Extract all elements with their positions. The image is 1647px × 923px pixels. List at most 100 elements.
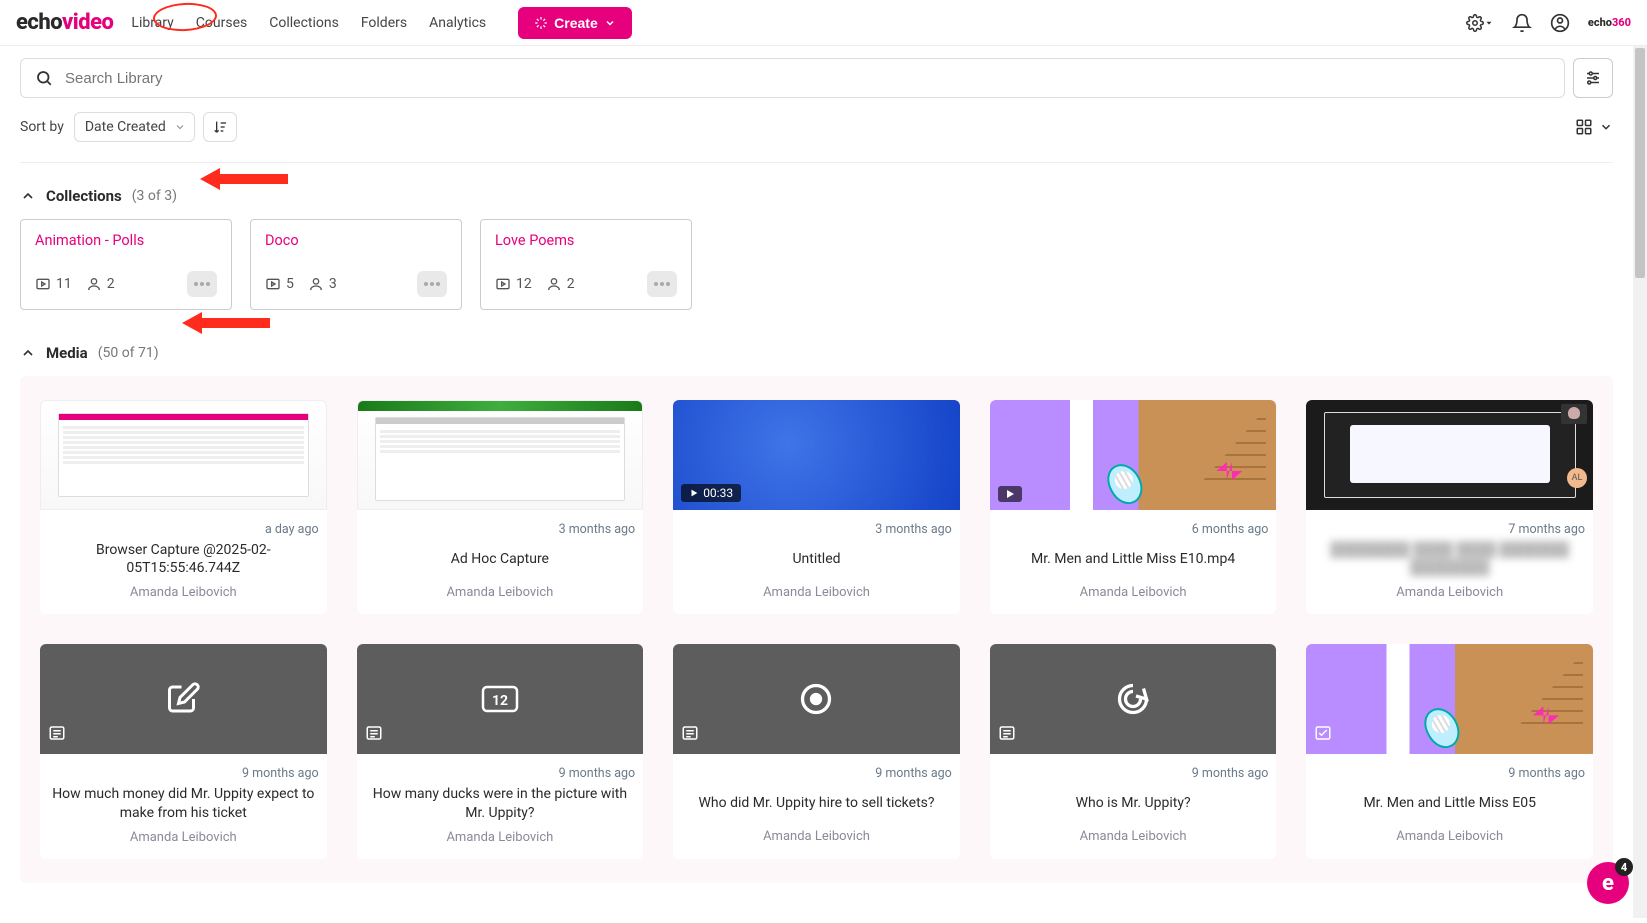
media-card[interactable]: 3 months ago Ad Hoc Capture Amanda Leibo… (357, 400, 644, 614)
media-title: How much money did Mr. Uppity expect to … (44, 785, 323, 821)
collection-menu-button[interactable] (647, 271, 677, 297)
collection-menu-button[interactable] (187, 271, 217, 297)
collections-row: Animation - Polls 11 2 Doco 5 3 Love Poe… (20, 219, 1613, 310)
nav-library[interactable]: Library (131, 15, 173, 31)
media-card[interactable]: 12 9 months ago How many ducks were in t… (357, 644, 644, 858)
swirl-icon (1115, 681, 1151, 717)
media-section: a day ago Browser Capture @2025-02-05T15… (20, 376, 1613, 883)
doc-badge (998, 724, 1016, 746)
bell-icon (1512, 13, 1532, 33)
play-icon (1004, 488, 1016, 500)
chevron-down-icon (604, 17, 616, 29)
media-title: ████████ ████ ████ ███████ ████████ (1310, 541, 1589, 577)
collection-items: 5 (265, 276, 294, 292)
media-author: Amanda Leibovich (1310, 829, 1589, 844)
view-toggle[interactable] (1575, 118, 1613, 136)
sliders-icon (1584, 69, 1602, 87)
nav-courses[interactable]: Courses (196, 15, 247, 31)
collection-items: 11 (35, 276, 72, 292)
media-thumbnail: AL (1306, 400, 1593, 510)
sort-direction-button[interactable] (203, 112, 237, 142)
chevron-down-icon (1599, 120, 1613, 134)
doc-badge (48, 724, 66, 746)
media-card[interactable]: 6 months ago Mr. Men and Little Miss E10… (990, 400, 1277, 614)
collection-card[interactable]: Love Poems 12 2 (480, 219, 692, 310)
collection-title: Animation - Polls (35, 232, 217, 249)
main-nav: Library Courses Collections Folders Anal… (131, 7, 631, 39)
logo-part1: echo (16, 10, 62, 35)
logo[interactable]: echovideo (16, 10, 113, 35)
nav-folders[interactable]: Folders (361, 15, 407, 31)
media-card[interactable]: 9 months ago Who did Mr. Uppity hire to … (673, 644, 960, 858)
media-title: How many ducks were in the picture with … (361, 785, 640, 821)
sort-value: Date Created (85, 119, 166, 135)
svg-text:12: 12 (492, 693, 508, 709)
help-fab[interactable]: e 4 (1587, 862, 1629, 904)
media-icon (495, 276, 511, 292)
fab-badge: 4 (1615, 858, 1633, 876)
list-icon (998, 724, 1016, 742)
media-author: Amanda Leibovich (361, 830, 640, 845)
topbar-right: echo360 (1466, 13, 1631, 33)
collection-card[interactable]: Doco 5 3 (250, 219, 462, 310)
settings-button[interactable] (1466, 14, 1494, 32)
search-bar[interactable] (20, 58, 1565, 98)
media-card[interactable]: 9 months ago Mr. Men and Little Miss E05… (1306, 644, 1593, 858)
gear-icon (1466, 14, 1484, 32)
collections-header[interactable]: Collections (3 of 3) (20, 187, 1613, 205)
media-card[interactable]: a day ago Browser Capture @2025-02-05T15… (40, 400, 327, 614)
media-thumbnail (673, 644, 960, 754)
collection-menu-button[interactable] (417, 271, 447, 297)
media-card[interactable]: 9 months ago How much money did Mr. Uppi… (40, 644, 327, 858)
check-badge (1314, 724, 1332, 746)
media-card[interactable]: 00:33 3 months ago Untitled Amanda Leibo… (673, 400, 960, 614)
scrollbar-thumb[interactable] (1635, 48, 1645, 278)
search-input[interactable] (65, 70, 1550, 87)
media-title: Who is Mr. Uppity? (994, 785, 1273, 821)
number-icon: 12 (480, 684, 520, 714)
media-card[interactable]: 9 months ago Who is Mr. Uppity? Amanda L… (990, 644, 1277, 858)
media-card[interactable]: AL 7 months ago ████████ ████ ████ █████… (1306, 400, 1593, 614)
media-header[interactable]: Media (50 of 71) (20, 344, 1613, 362)
top-bar: echovideo Library Courses Collections Fo… (0, 0, 1647, 46)
chevron-up-icon (20, 188, 36, 204)
media-thumbnail (40, 400, 327, 510)
list-icon (681, 724, 699, 742)
media-thumbnail (40, 644, 327, 754)
nav-collections[interactable]: Collections (269, 15, 339, 31)
media-title: Mr. Men and Little Miss E10.mp4 (994, 541, 1273, 577)
media-date: 9 months ago (677, 766, 956, 781)
notifications-button[interactable] (1512, 13, 1532, 33)
create-label: Create (554, 15, 598, 31)
collection-card[interactable]: Animation - Polls 11 2 (20, 219, 232, 310)
caret-down-icon (1484, 18, 1494, 28)
media-thumbnail (1306, 644, 1593, 754)
media-date: 7 months ago (1310, 522, 1589, 537)
media-date: 9 months ago (361, 766, 640, 781)
media-author: Amanda Leibovich (677, 829, 956, 844)
sort-select[interactable]: Date Created (74, 112, 195, 142)
create-button[interactable]: Create (518, 7, 632, 39)
doc-badge (681, 724, 699, 746)
media-date: 9 months ago (44, 766, 323, 781)
target-icon (798, 681, 834, 717)
brand-small[interactable]: echo360 (1588, 16, 1631, 29)
media-grid: a day ago Browser Capture @2025-02-05T15… (40, 400, 1593, 859)
collections-count: (3 of 3) (132, 188, 177, 204)
scrollbar[interactable] (1633, 46, 1647, 918)
filter-button[interactable] (1573, 58, 1613, 98)
media-author: Amanda Leibovich (44, 585, 323, 600)
media-author: Amanda Leibovich (994, 585, 1273, 600)
media-title: Browser Capture @2025-02-05T15:55:46.744… (44, 541, 323, 577)
chevron-down-icon (174, 121, 186, 133)
collection-title: Doco (265, 232, 447, 249)
profile-button[interactable] (1550, 13, 1570, 33)
media-author: Amanda Leibovich (44, 830, 323, 845)
collection-items: 12 (495, 276, 532, 292)
brand-small-2: 360 (1612, 16, 1631, 29)
annotation-arrow-media (182, 308, 272, 338)
media-author: Amanda Leibovich (677, 585, 956, 600)
sort-row: Sort by Date Created (20, 112, 1613, 163)
search-icon (35, 69, 53, 87)
nav-analytics[interactable]: Analytics (429, 15, 486, 31)
